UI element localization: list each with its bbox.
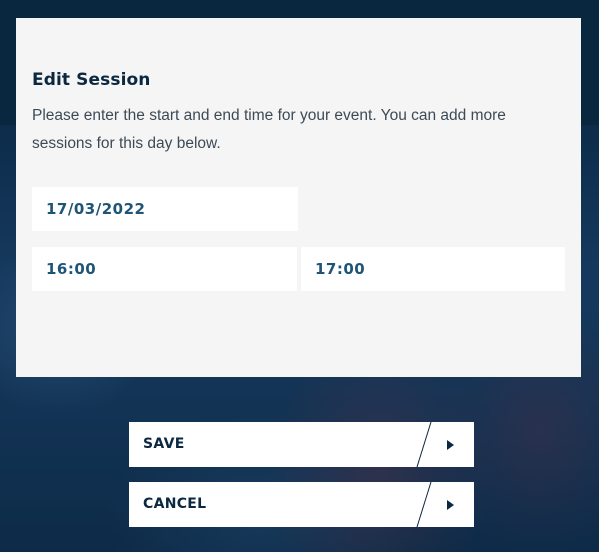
dialog-description: Please enter the start and end time for … bbox=[32, 107, 506, 152]
start-time-field[interactable]: 16:00 bbox=[32, 247, 297, 291]
button-divider bbox=[416, 482, 432, 527]
button-divider bbox=[416, 422, 432, 467]
triangle-right-icon bbox=[447, 500, 454, 510]
triangle-right-icon bbox=[447, 440, 454, 450]
cancel-button[interactable]: CANCEL bbox=[129, 482, 474, 527]
cancel-button-label: CANCEL bbox=[143, 496, 207, 512]
session-date-field[interactable]: 17/03/2022 bbox=[32, 187, 298, 231]
save-button-label: SAVE bbox=[143, 436, 185, 452]
end-time-field[interactable]: 17:00 bbox=[301, 247, 565, 291]
edit-session-dialog: Edit Session Please enter the start and … bbox=[16, 18, 581, 377]
dialog-title: Edit Session bbox=[32, 70, 151, 90]
save-button[interactable]: SAVE bbox=[129, 422, 474, 467]
